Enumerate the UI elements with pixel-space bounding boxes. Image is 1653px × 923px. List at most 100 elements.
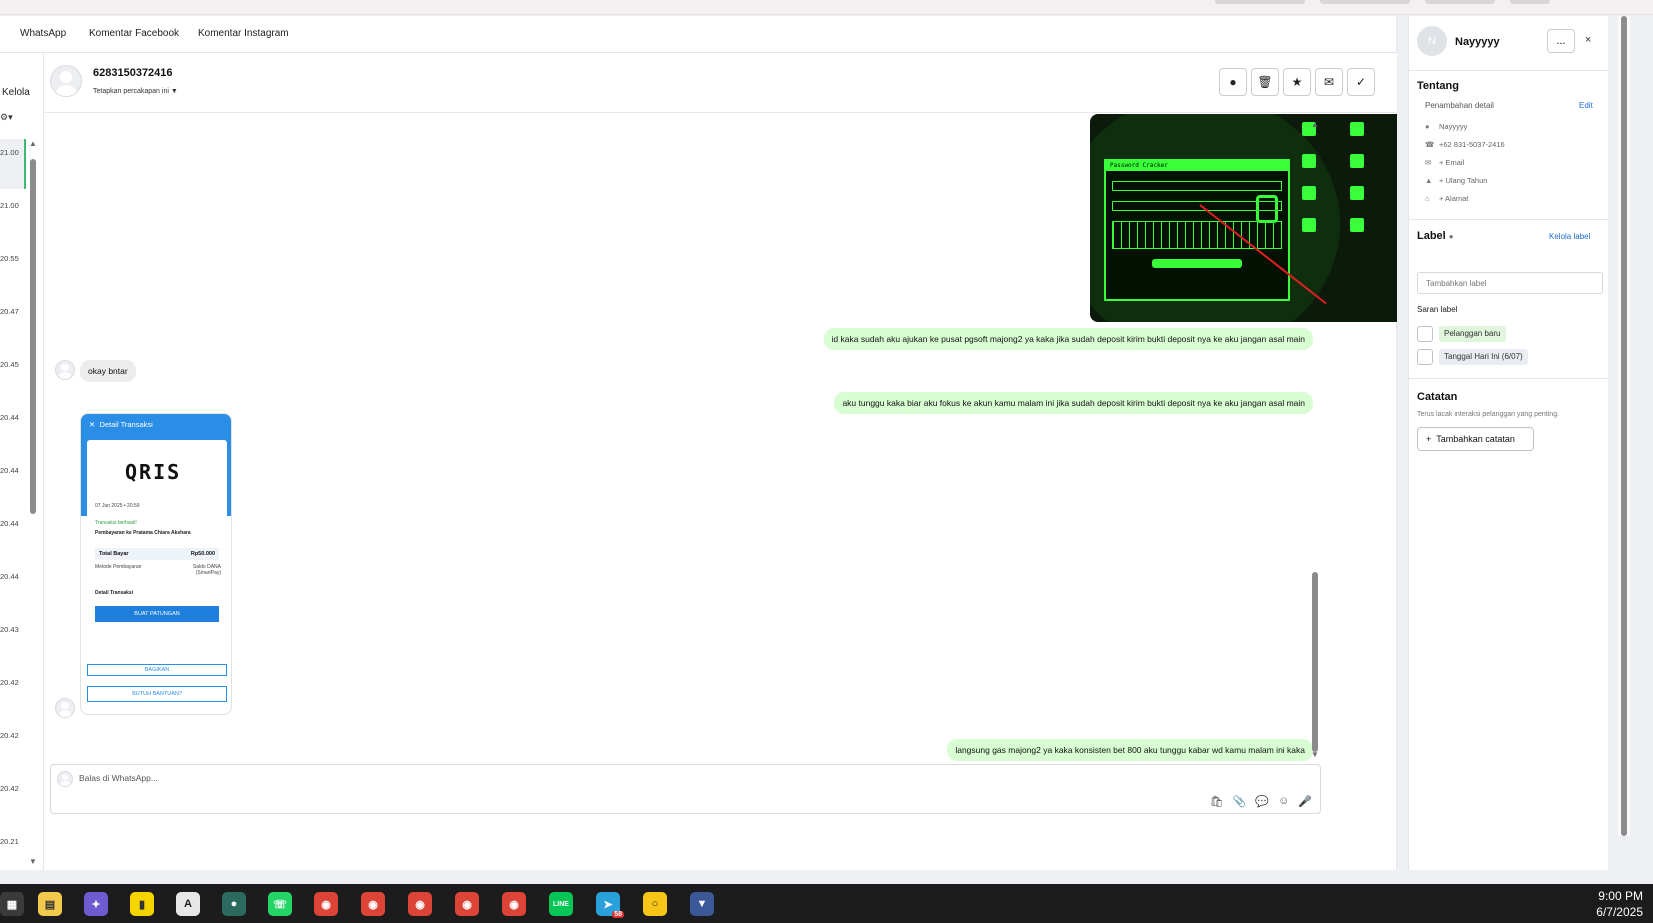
cake-icon: ▲ (1425, 176, 1433, 185)
resolve-button[interactable]: ✓ (1347, 68, 1375, 96)
filter-icon[interactable]: ⚙▾ (0, 112, 13, 123)
info-button[interactable]: ● (1219, 68, 1247, 96)
line-icon[interactable]: LINE (549, 892, 573, 916)
whatsapp-icon[interactable]: ☏ (268, 892, 292, 916)
close-icon[interactable]: × (1585, 34, 1591, 46)
window-scrollbar[interactable] (1618, 16, 1630, 836)
top-tab[interactable] (1215, 0, 1305, 4)
tab-whatsapp[interactable]: WhatsApp (20, 28, 66, 39)
contact-avatar (50, 65, 82, 97)
top-tab[interactable] (1320, 0, 1410, 4)
top-tab[interactable] (1425, 0, 1495, 4)
conversation-time[interactable]: 20.44 (0, 413, 19, 422)
telegram-icon[interactable]: ➤ 58 (596, 892, 624, 918)
chrome-icon[interactable]: ◉ (502, 892, 526, 916)
label-suggestion-chip[interactable]: Pelanggan baru (1439, 326, 1506, 342)
message-bubble-outgoing[interactable]: id kaka sudah aku ajukan ke pusat pgsoft… (823, 328, 1313, 350)
home-icon: ⌂ (1425, 194, 1430, 203)
message-image-qris-receipt[interactable]: ✕ Detail Transaksi QRIS 07 Jun 2025 • 20… (80, 413, 232, 715)
conversation-time[interactable]: 21.00 (0, 201, 19, 210)
add-detail-label: Penambahan detail (1425, 101, 1494, 110)
chrome-icon[interactable]: ◉ (455, 892, 479, 916)
delete-button[interactable]: 🗑 (1251, 68, 1279, 96)
label-suggestion-chip[interactable]: Tanggal Hari Ini (6/07) (1439, 349, 1528, 365)
label-checkbox[interactable] (1417, 349, 1433, 365)
conversation-time[interactable]: 20.44 (0, 572, 19, 581)
app-icon[interactable]: ● (222, 892, 246, 916)
conversation-time[interactable]: 20.42 (0, 731, 19, 740)
attachment-icon[interactable]: 📎 (1233, 795, 1247, 808)
set-conversation-dropdown[interactable]: Tetapkan percakapan ini ▼ (93, 88, 178, 95)
add-label-input[interactable] (1417, 272, 1603, 294)
message-list-scrollbar[interactable]: ▲ ▼ (1311, 120, 1319, 759)
star-button[interactable]: ★ (1283, 68, 1311, 96)
scroll-up-icon[interactable]: ▲ (29, 139, 37, 148)
tab-facebook-comments[interactable]: Komentar Facebook (89, 28, 179, 39)
start-icon[interactable]: ▦ (0, 892, 24, 916)
chrome-icon[interactable]: ◉ (314, 892, 338, 916)
manage-labels-link[interactable]: Kelola label (1549, 232, 1590, 241)
scrollbar-thumb[interactable] (1621, 16, 1627, 836)
scroll-down-icon[interactable]: ▼ (29, 857, 37, 866)
more-options-button[interactable]: ... (1547, 29, 1575, 53)
conversation-time[interactable]: 20.43 (0, 625, 19, 634)
detail-birthday[interactable]: ▲ + Ulang Tahun (1425, 176, 1487, 185)
detail-name[interactable]: ● Nayyyyy (1425, 122, 1467, 131)
conversation-time[interactable]: 21.00 (0, 148, 19, 157)
font-app-icon[interactable]: A (176, 892, 200, 916)
conversation-time[interactable]: 20.42 (0, 784, 19, 793)
add-note-button[interactable]: + Tambahkan catatan (1417, 427, 1534, 451)
info-icon: ● (1448, 232, 1454, 241)
plus-icon: + (1426, 434, 1432, 444)
message-bubble-outgoing[interactable]: aku tunggu kaka biar aku fokus ke akun k… (834, 392, 1313, 414)
clock-time: 9:00 PM (1598, 889, 1643, 903)
channel-tabs: WhatsApp Komentar Facebook Komentar Inst… (0, 16, 1397, 53)
microphone-icon[interactable]: 🎤 (1298, 795, 1312, 808)
message-bubble-incoming[interactable]: okay bntar (80, 360, 136, 382)
file-explorer-icon[interactable]: ▤ (38, 892, 62, 916)
bag-icon[interactable]: 🛍 (1210, 795, 1224, 808)
app-icon[interactable]: ▼ (690, 892, 714, 916)
cracker-start-button (1152, 259, 1242, 268)
qris-total-label: Total Bayar (99, 551, 129, 557)
conversation-time[interactable]: 20.55 (0, 254, 19, 263)
top-tab[interactable] (1510, 0, 1550, 4)
emoji-icon[interactable]: ☺ (1278, 795, 1289, 808)
manage-link[interactable]: Kelola (2, 87, 30, 98)
scroll-up-icon[interactable]: ▲ (1311, 120, 1319, 129)
agent-avatar (57, 771, 73, 787)
conversation-time[interactable]: 20.45 (0, 360, 19, 369)
copilot-icon[interactable]: ✦ (84, 892, 108, 916)
qris-method-value: Saldo DANA (SmartPay) (192, 564, 221, 576)
tab-instagram-comments[interactable]: Komentar Instagram (198, 28, 289, 39)
scroll-down-icon[interactable]: ▼ (1311, 750, 1319, 759)
reply-input[interactable] (79, 773, 879, 783)
person-icon: ● (1425, 122, 1430, 131)
detail-address[interactable]: ⌂ + Alamat (1425, 194, 1468, 203)
conversation-time[interactable]: 20.47 (0, 307, 19, 316)
quick-reply-icon[interactable]: 💬 (1255, 795, 1269, 808)
scrollbar-thumb[interactable] (30, 159, 36, 514)
info-icon: ● (1229, 75, 1237, 89)
email-button[interactable]: ✉ (1315, 68, 1343, 96)
conversation-time[interactable]: 20.44 (0, 519, 19, 528)
chrome-icon[interactable]: ◉ (361, 892, 385, 916)
message-image-password-cracker[interactable]: Password Cracker (1090, 114, 1397, 322)
scrollbar-thumb[interactable] (1312, 572, 1318, 752)
chrome-icon[interactable]: ◉ (408, 892, 432, 916)
qris-method-label: Metode Pembayaran (95, 564, 142, 570)
system-clock[interactable]: 9:00 PM 6/7/2025 (1596, 888, 1643, 920)
sticky-notes-icon[interactable]: ▮ (130, 892, 154, 916)
conversation-list-scrollbar[interactable]: ▲ ▼ (29, 139, 37, 867)
conversation-time[interactable]: 20.44 (0, 466, 19, 475)
conversation-time[interactable]: 20.21 (0, 837, 19, 846)
message-bubble-outgoing[interactable]: langsung gas majong2 ya kaka konsisten b… (947, 739, 1313, 761)
detail-phone[interactable]: ☎ +62 831-5037-2416 (1425, 140, 1505, 149)
label-checkbox[interactable] (1417, 326, 1433, 342)
app-icon[interactable]: ○ (643, 892, 667, 916)
detail-email[interactable]: ✉ + Email (1425, 158, 1464, 167)
conversation-time[interactable]: 20.42 (0, 678, 19, 687)
add-note-label: Tambahkan catatan (1436, 434, 1515, 444)
mail-icon: ✉ (1425, 158, 1432, 167)
edit-link[interactable]: Edit (1579, 101, 1593, 110)
